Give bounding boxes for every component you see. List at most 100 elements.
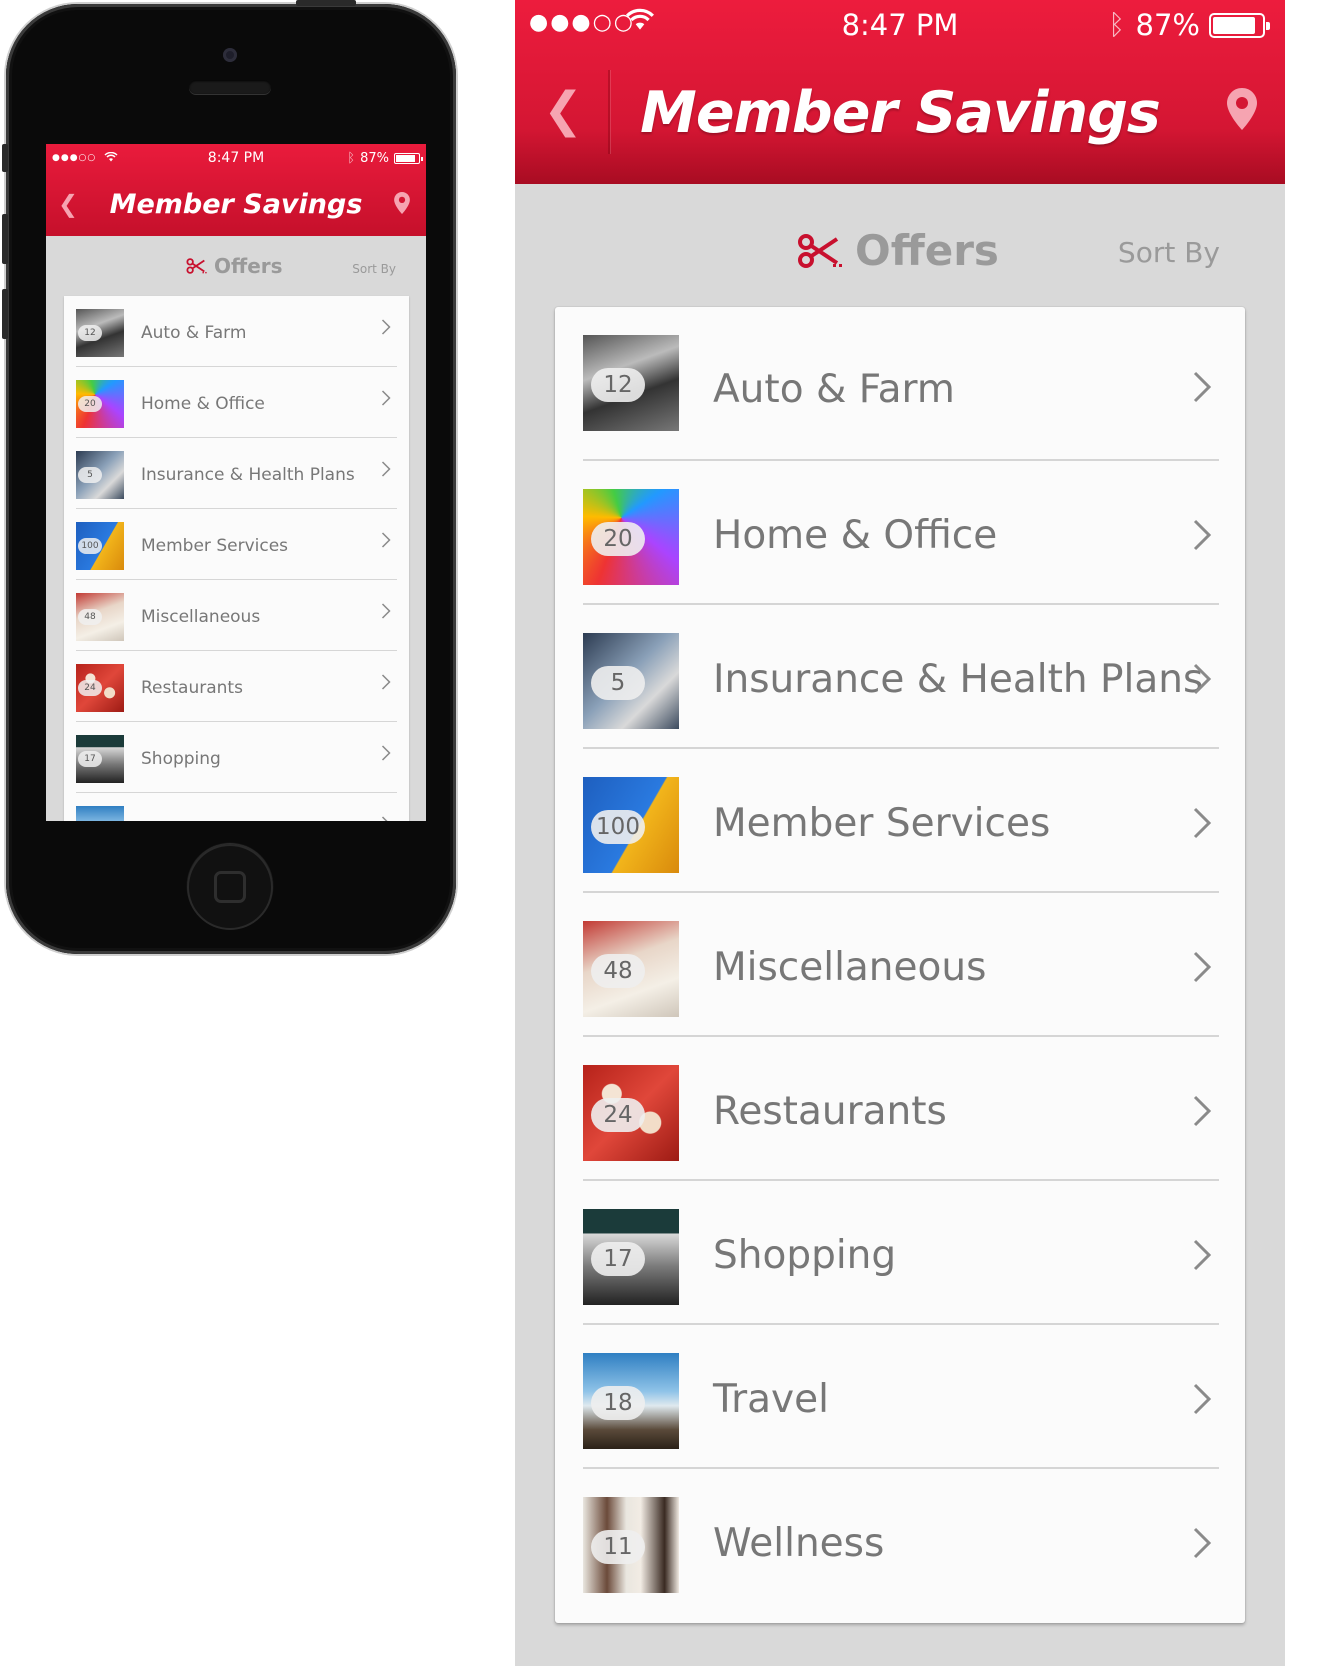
- offer-count-badge: 5: [591, 666, 645, 700]
- chevron-right-icon: [381, 603, 391, 624]
- chevron-right-icon: [381, 532, 391, 553]
- chevron-right-icon: [381, 319, 391, 340]
- chevron-right-icon: [1192, 951, 1212, 987]
- status-bar: ●●●○○ 8:47 PM ᛒ 87%: [515, 0, 1285, 52]
- chevron-right-icon: [381, 390, 391, 411]
- sort-by-button[interactable]: Sort By: [1118, 236, 1220, 269]
- map-pin-icon[interactable]: [1227, 88, 1257, 134]
- offer-count-badge: 12: [78, 325, 102, 341]
- category-label: Shopping: [141, 749, 221, 769]
- category-row[interactable]: 12 Auto & Farm: [64, 296, 409, 367]
- category-label: Wellness: [713, 1521, 885, 1566]
- category-row[interactable]: 48 Miscellaneous: [64, 580, 409, 651]
- category-label: Miscellaneous: [141, 607, 261, 627]
- category-row[interactable]: 11 Wellness: [555, 1469, 1245, 1613]
- battery-percent: 87%: [1135, 8, 1200, 42]
- offer-count-badge: 17: [591, 1242, 645, 1276]
- category-row[interactable]: 20 Home & Office: [555, 461, 1245, 605]
- mini-page-title: Member Savings: [109, 188, 363, 220]
- phone-mockup: ●●●○○ 8:47 PM ᛒ 87% ❮ Member Savings Off…: [2, 0, 456, 954]
- category-row[interactable]: 24 Restaurants: [555, 1037, 1245, 1181]
- chevron-right-icon: [1192, 807, 1212, 843]
- bluetooth-icon: ᛒ: [1108, 8, 1125, 41]
- category-row[interactable]: 17 Shopping: [555, 1181, 1245, 1325]
- category-label: Restaurants: [713, 1089, 947, 1134]
- mini-offers-heading: Offers: [186, 254, 283, 278]
- chevron-right-icon: [1192, 519, 1212, 555]
- category-row[interactable]: 5 Insurance & Health Plans: [64, 438, 409, 509]
- category-row[interactable]: 20 Home & Office: [64, 367, 409, 438]
- category-label: Member Services: [713, 801, 1051, 846]
- category-thumbnail: [76, 806, 124, 821]
- category-row[interactable]: 48 Miscellaneous: [555, 893, 1245, 1037]
- category-row[interactable]: 5 Insurance & Health Plans: [555, 605, 1245, 749]
- battery-percent: 87%: [360, 150, 389, 166]
- chevron-right-icon: [381, 674, 391, 695]
- power-button: [296, 0, 356, 6]
- wifi-icon: [104, 151, 118, 165]
- map-pin-icon[interactable]: [394, 192, 410, 218]
- offer-count-badge: 20: [78, 396, 102, 412]
- signal-strength: ●●●○○: [52, 153, 97, 163]
- category-label: Home & Office: [141, 394, 265, 414]
- category-row[interactable]: 18 Travel: [555, 1325, 1245, 1469]
- offer-count-badge: 100: [591, 810, 645, 844]
- category-row[interactable]: 24 Restaurants: [64, 651, 409, 722]
- category-row[interactable]: 18Travel: [64, 793, 409, 821]
- battery-icon: [1209, 13, 1270, 38]
- mini-status-bar: ●●●○○ 8:47 PM ᛒ 87%: [46, 144, 426, 172]
- mini-sort-by-button[interactable]: Sort By: [352, 262, 396, 276]
- mini-header: ●●●○○ 8:47 PM ᛒ 87% ❮ Member Savings: [46, 144, 426, 236]
- offer-count-badge: 5: [78, 467, 102, 483]
- chevron-right-icon: [381, 745, 391, 766]
- volume-up-button: [2, 214, 8, 264]
- chevron-right-icon: [1192, 1095, 1212, 1131]
- page-title: Member Savings: [640, 80, 1161, 146]
- back-chevron-icon[interactable]: ❮: [58, 190, 78, 218]
- chevron-right-icon: [1192, 1239, 1212, 1275]
- offer-count-badge: 24: [78, 680, 102, 696]
- chevron-right-icon: [381, 461, 391, 482]
- mini-category-list: 12 Auto & Farm 20 Home & Office 5 Insurance &…: [64, 296, 409, 821]
- chevron-right-icon: [1192, 1383, 1212, 1419]
- offer-count-badge: 18: [591, 1386, 645, 1420]
- category-row[interactable]: 17 Shopping: [64, 722, 409, 793]
- category-row[interactable]: 12 Auto & Farm: [555, 307, 1245, 461]
- category-label: Insurance & Health Plans: [141, 465, 355, 485]
- offer-count-badge: 12: [591, 368, 645, 402]
- offer-count-badge: 48: [591, 954, 645, 988]
- category-row[interactable]: 100 Member Services: [64, 509, 409, 580]
- offer-count-badge: 17: [78, 751, 102, 767]
- subbar: Offers Sort By: [515, 184, 1285, 306]
- category-list: 12 Auto & Farm 20 Home & Office 5 Insurance &…: [555, 307, 1245, 1623]
- category-label: Miscellaneous: [713, 945, 987, 990]
- header: ●●●○○ 8:47 PM ᛒ 87% ❮ Member Savings: [515, 0, 1285, 184]
- nav-bar: ❮ Member Savings: [515, 52, 1285, 184]
- phone-screen: ●●●○○ 8:47 PM ᛒ 87% ❮ Member Savings Off…: [46, 144, 426, 821]
- offer-count-badge: 48: [78, 609, 102, 625]
- app-screen: ●●●○○ 8:47 PM ᛒ 87% ❮ Member Savings Off…: [515, 0, 1285, 1666]
- offer-count-badge: 11: [591, 1530, 645, 1564]
- offer-count-badge: 100: [78, 538, 102, 554]
- chevron-right-icon: [1192, 1527, 1212, 1563]
- volume-down-button: [2, 289, 8, 339]
- offer-count-badge: 20: [591, 522, 645, 556]
- offers-heading: Offers: [797, 226, 999, 275]
- earpiece-speaker: [189, 80, 271, 94]
- home-button: [187, 844, 273, 930]
- battery-icon: [394, 152, 423, 164]
- category-label: Member Services: [141, 536, 289, 556]
- chevron-right-icon: [1192, 663, 1212, 699]
- scissors-coupon-icon: [186, 258, 207, 274]
- category-row[interactable]: 100 Member Services: [555, 749, 1245, 893]
- category-label: Auto & Farm: [141, 323, 247, 343]
- chevron-right-icon: [1192, 371, 1212, 407]
- front-camera: [223, 48, 237, 62]
- chevron-right-icon: [381, 816, 391, 821]
- offer-count-badge: 24: [591, 1098, 645, 1132]
- mini-nav-bar: ❮ Member Savings: [46, 172, 426, 236]
- mute-switch: [2, 144, 8, 172]
- category-label: Travel: [713, 1377, 829, 1422]
- scissors-coupon-icon: [798, 233, 842, 268]
- category-label: Shopping: [713, 1233, 897, 1278]
